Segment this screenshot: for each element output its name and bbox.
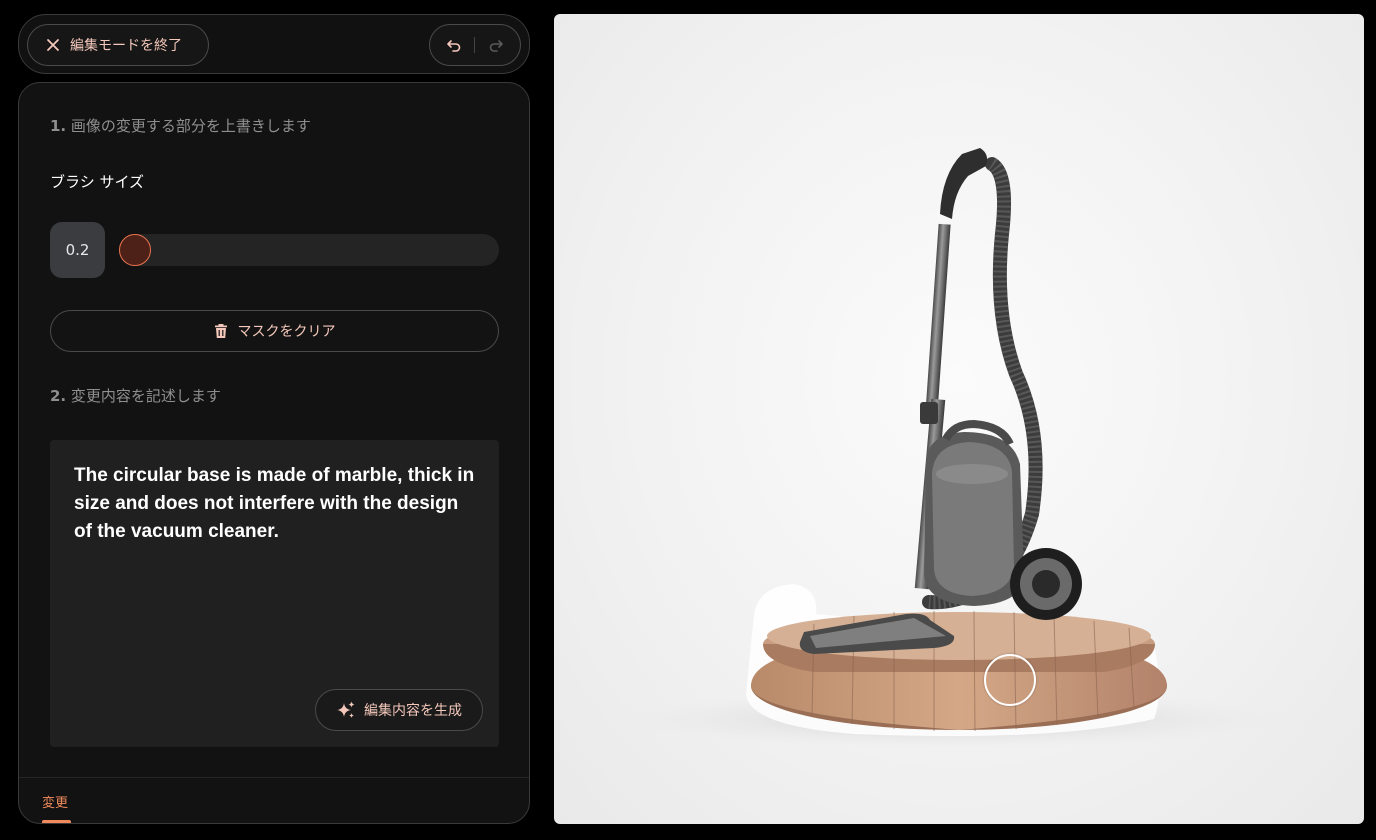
undo-redo-group [429, 24, 521, 66]
brush-size-slider[interactable] [119, 234, 499, 266]
step-1-number: 1. [50, 117, 67, 135]
brush-size-value[interactable]: 0.2 [50, 222, 105, 278]
exit-edit-mode-label: 編集モードを終了 [70, 38, 182, 54]
generate-edit-label: 編集内容を生成 [364, 703, 462, 719]
editor-toolbar: 編集モードを終了 [18, 14, 530, 74]
brush-cursor [984, 654, 1036, 706]
active-tab-indicator [42, 820, 71, 823]
vacuum-cleaner-image [624, 148, 1284, 749]
close-icon [46, 38, 60, 52]
sparkle-icon [336, 700, 356, 720]
brush-size-label: ブラシ サイズ [50, 173, 145, 191]
slider-thumb[interactable] [119, 234, 151, 266]
redo-icon[interactable] [488, 37, 504, 53]
step-1-text: 画像の変更する部分を上書きします [70, 117, 311, 135]
exit-edit-mode-button[interactable]: 編集モードを終了 [27, 24, 209, 66]
edit-panel: 1. 画像の変更する部分を上書きします ブラシ サイズ 0.2 マスクをクリア … [18, 82, 530, 824]
clear-mask-label: マスクをクリア [237, 324, 336, 340]
tab-bar: 変更 [19, 777, 529, 823]
tab-change[interactable]: 変更 [42, 792, 68, 811]
edit-prompt-input[interactable] [74, 462, 479, 662]
prompt-container: 編集内容を生成 [50, 440, 499, 747]
step-2-text: 変更内容を記述します [70, 387, 221, 405]
trash-icon [214, 323, 228, 339]
step-2-number: 2. [50, 387, 67, 405]
divider [474, 37, 476, 53]
undo-icon[interactable] [446, 37, 462, 53]
step-2-title: 2. 変更内容を記述します [50, 385, 221, 406]
clear-mask-button[interactable]: マスクをクリア [50, 310, 499, 352]
image-canvas[interactable] [554, 14, 1364, 824]
step-1-title: 1. 画像の変更する部分を上書きします [50, 115, 311, 136]
generate-edit-button[interactable]: 編集内容を生成 [315, 689, 483, 731]
